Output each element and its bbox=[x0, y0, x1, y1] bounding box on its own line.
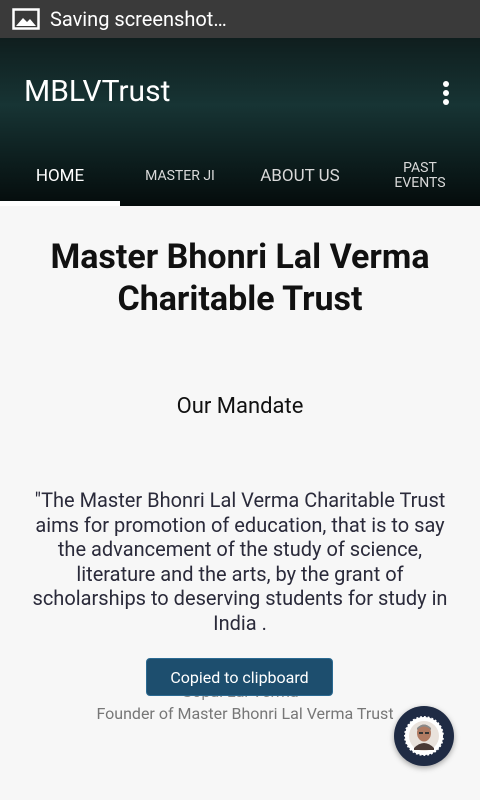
overflow-menu-icon[interactable] bbox=[434, 78, 458, 108]
image-icon bbox=[12, 8, 40, 30]
tab-master-ji[interactable]: MASTER JI bbox=[120, 146, 240, 206]
page-title: Master Bhonri Lal Verma Charitable Trust bbox=[50, 237, 430, 319]
tab-past-events[interactable]: PAST EVENTS bbox=[360, 146, 480, 206]
app-title: MBLVTrust bbox=[24, 74, 171, 109]
section-subtitle: Our Mandate bbox=[176, 394, 304, 419]
portrait-icon bbox=[403, 715, 445, 757]
tab-master-ji-label: MASTER JI bbox=[145, 168, 215, 184]
app-bar: MBLVTrust HOME MASTER JI ABOUT US PAST E… bbox=[0, 38, 480, 206]
mandate-text: "The Master Bhonri Lal Verma Charitable … bbox=[32, 488, 448, 635]
floating-action-button[interactable] bbox=[394, 706, 454, 766]
toast-message: Copied to clipboard bbox=[146, 658, 333, 696]
status-bar: Saving screenshot… bbox=[0, 0, 480, 38]
tab-home-label: HOME bbox=[35, 166, 85, 186]
tab-bar: HOME MASTER JI ABOUT US PAST EVENTS bbox=[0, 146, 480, 206]
home-content[interactable]: Master Bhonri Lal Verma Charitable Trust… bbox=[0, 206, 480, 800]
tab-about-us[interactable]: ABOUT US bbox=[240, 146, 360, 206]
status-text: Saving screenshot… bbox=[50, 7, 227, 31]
tab-past-events-label: PAST EVENTS bbox=[394, 160, 446, 191]
tab-about-us-label: ABOUT US bbox=[260, 166, 340, 186]
tab-home[interactable]: HOME bbox=[0, 146, 120, 206]
